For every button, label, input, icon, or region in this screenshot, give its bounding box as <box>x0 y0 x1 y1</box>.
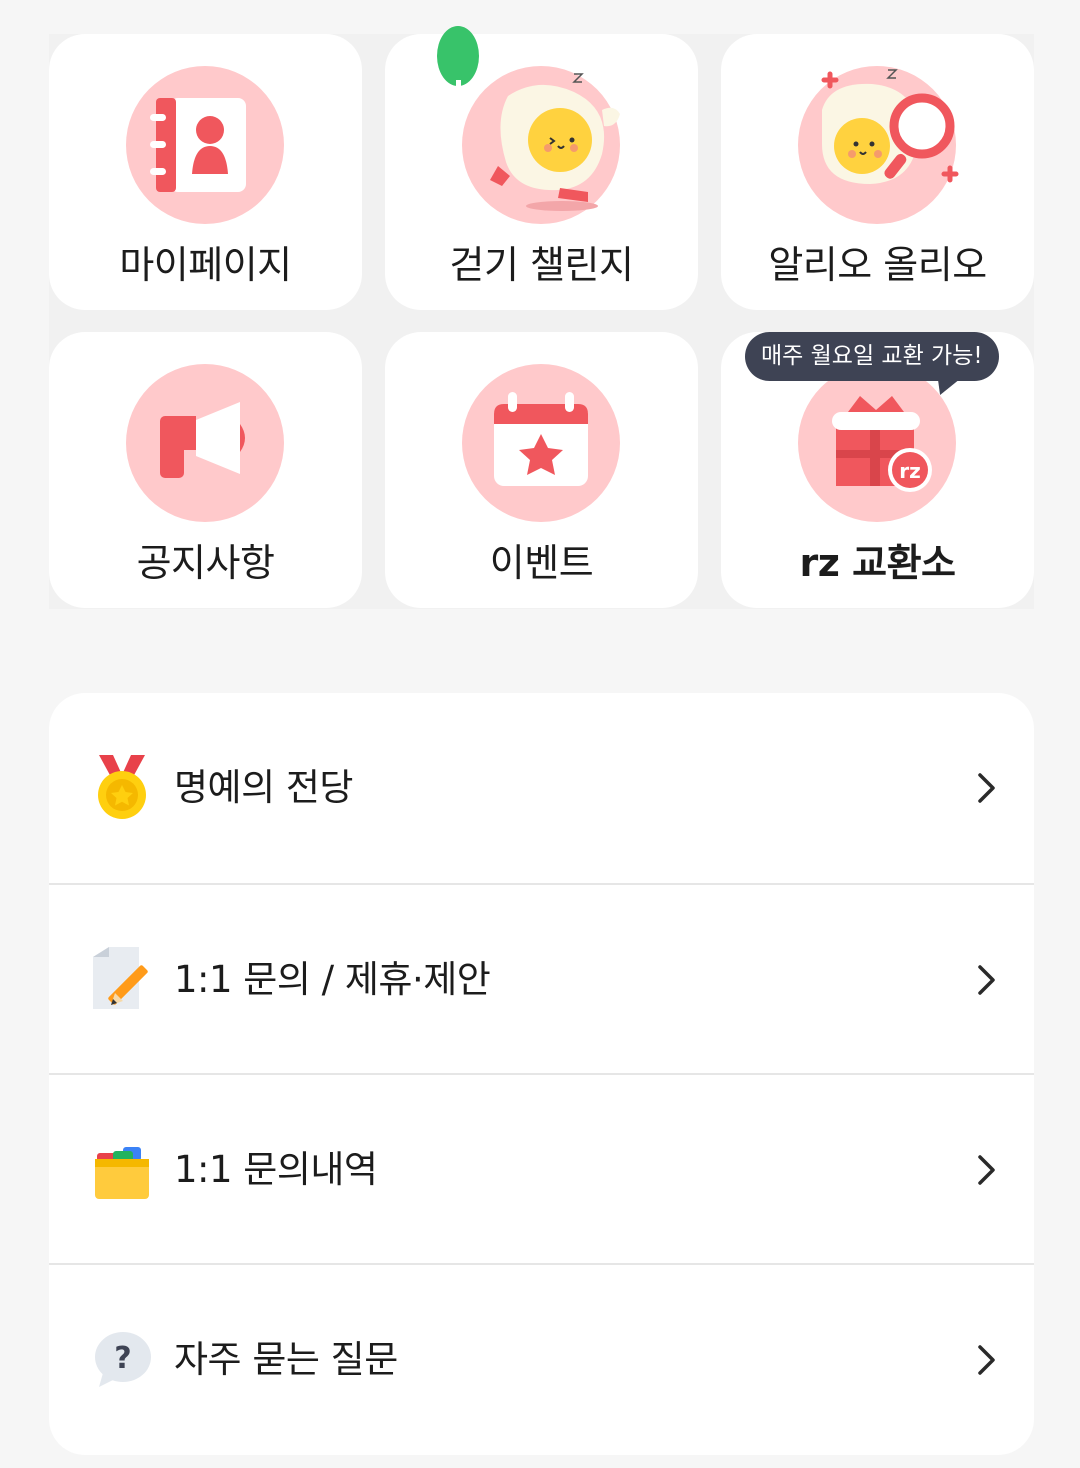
tile-label: 공지사항 <box>136 541 275 585</box>
folder-icon <box>89 1137 155 1203</box>
tile-events[interactable]: 이벤트 <box>385 332 698 608</box>
menu-item-faq[interactable]: ? 자주 묻는 질문 <box>49 1263 1034 1453</box>
chevron-right-icon <box>974 1154 1000 1186</box>
menu-item-label: 1:1 문의내역 <box>174 1148 378 1191</box>
tile-walking-challenge[interactable]: 걷기 챌린지 <box>385 26 698 310</box>
tile-alio-olio[interactable]: 알리오 올리오 <box>721 34 1034 310</box>
gift-rz-icon: rz <box>798 364 956 522</box>
tile-label: 걷기 챌린지 <box>449 243 634 287</box>
question-bubble-icon: ? <box>89 1327 155 1393</box>
quick-menu-grid: 마이페이지 걷기 챌린지 알리오 올리오 공지사항 이벤트 rz rz 교환소 <box>49 26 1034 609</box>
address-book-icon <box>126 66 284 224</box>
tile-label: rz 교환소 <box>799 541 956 585</box>
medal-icon <box>89 755 155 821</box>
svg-text:rz: rz <box>899 459 921 483</box>
megaphone-icon <box>126 364 284 522</box>
walking-egg-icon <box>437 26 620 224</box>
tile-notices[interactable]: 공지사항 <box>49 332 362 608</box>
exchange-tooltip: 매주 월요일 교환 가능! <box>745 332 999 395</box>
tooltip-text: 매주 월요일 교환 가능! <box>761 343 983 369</box>
chevron-right-icon <box>974 964 1000 996</box>
tile-label: 마이페이지 <box>119 243 292 287</box>
memo-pencil-icon <box>89 947 155 1013</box>
tile-mypage[interactable]: 마이페이지 <box>49 34 362 310</box>
menu-list: 명예의 전당 1:1 문의 / 제휴·제안 1:1 문의내역 ? 자주 묻는 질… <box>49 693 1034 1455</box>
tile-label: 이벤트 <box>489 541 594 585</box>
menu-item-label: 명예의 전당 <box>174 766 353 809</box>
tile-label: 알리오 올리오 <box>768 243 987 287</box>
svg-text:?: ? <box>114 1341 131 1376</box>
egg-magnifier-icon <box>798 66 959 224</box>
menu-item-inquiry-history[interactable]: 1:1 문의내역 <box>49 1073 1034 1263</box>
chevron-right-icon <box>974 772 1000 804</box>
menu-item-hall-of-fame[interactable]: 명예의 전당 <box>49 693 1034 883</box>
menu-item-inquiry-partnership[interactable]: 1:1 문의 / 제휴·제안 <box>49 883 1034 1073</box>
calendar-star-icon <box>462 364 620 522</box>
menu-item-label: 자주 묻는 질문 <box>174 1338 398 1381</box>
chevron-right-icon <box>974 1344 1000 1376</box>
menu-item-label: 1:1 문의 / 제휴·제안 <box>174 958 491 1001</box>
